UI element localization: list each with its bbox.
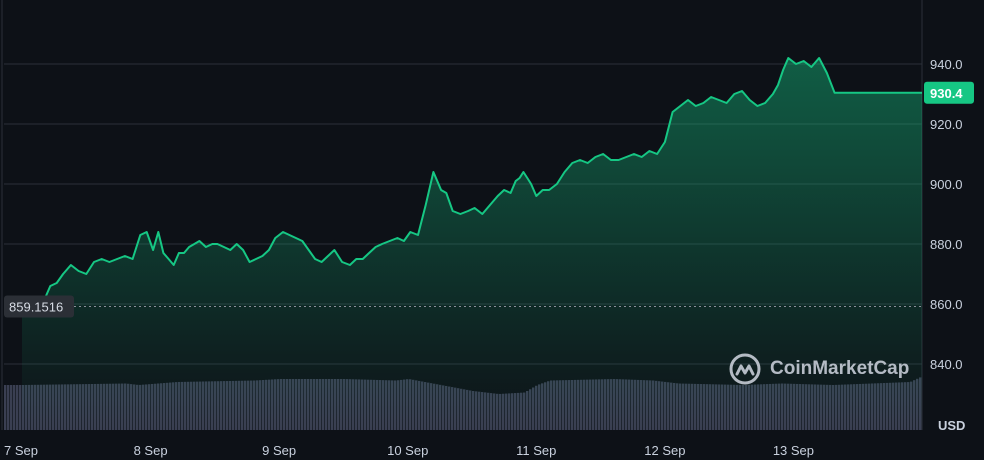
y-tick-label: 900.0 [930,177,963,192]
y-tick-label: 880.0 [930,237,963,252]
x-tick-label: 10 Sep [387,443,428,458]
volume-bar [16,385,19,430]
coinmarketcap-logo-icon [729,353,761,385]
volume-bar [7,385,10,430]
y-tick-label: 920.0 [930,117,963,132]
volume-bar [19,385,22,430]
x-tick-label: 9 Sep [262,443,296,458]
volume-bar [4,385,7,430]
coinmarketcap-watermark: CoinMarketCap [728,352,909,386]
price-chart[interactable]: 840.0 860.0 880.0 900.0 920.0 940.0 7 Sep 8 Se… [0,0,984,460]
x-tick-label: 13 Sep [773,443,814,458]
price-chart-panel: 840.0 860.0 880.0 900.0 920.0 940.0 7 Sep 8 Se… [0,0,984,460]
x-tick-label: 7 Sep [4,443,38,458]
baseline-label-text: 859.1516 [9,300,63,315]
x-tick-label: 8 Sep [134,443,168,458]
x-tick-label: 12 Sep [644,443,685,458]
x-tick-label: 11 Sep [516,443,556,458]
y-tick-label: 860.0 [930,297,963,312]
y-tick-label: 940.0 [930,57,963,72]
current-price-label-text: 930.4 [930,86,963,101]
y-tick-label: 840.0 [930,357,963,372]
brand-name: CoinMarketCap [770,358,910,379]
baseline-label: 859.1516 [4,295,74,318]
y-axis-unit: USD [938,418,965,433]
volume-bar [10,385,13,430]
y-axis-ticks: 840.0 860.0 880.0 900.0 920.0 940.0 [930,57,963,372]
current-price-label: 930.4 [924,81,974,104]
x-axis-ticks: 7 Sep 8 Sep 9 Sep 10 Sep 11 Sep 12 Sep 13 Sep [4,443,814,458]
volume-bar [13,385,16,430]
